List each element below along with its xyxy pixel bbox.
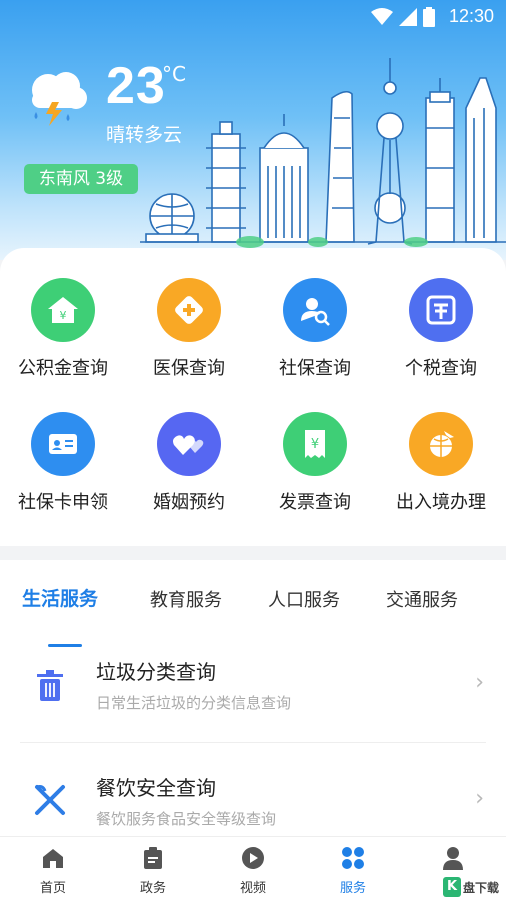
- list-item-description: 日常生活垃圾的分类信息查询: [96, 694, 292, 712]
- social-security-search-icon: [283, 278, 347, 342]
- battery-icon: [422, 6, 435, 27]
- city-skyline-illustration: [140, 58, 506, 248]
- service-housing-fund[interactable]: ¥ 公积金查询: [0, 278, 126, 398]
- watermark-text: 盘下载: [462, 880, 499, 895]
- list-item-garbage-sorting[interactable]: 垃圾分类查询 日常生活垃圾的分类信息查询 ›: [0, 630, 506, 742]
- svg-text:¥: ¥: [311, 437, 319, 452]
- service-marriage[interactable]: 婚姻预约: [126, 412, 252, 532]
- nav-label: 政务: [139, 881, 166, 896]
- tab-population-services[interactable]: 人口服务: [268, 586, 340, 612]
- thunderstorm-cloud-icon: [32, 72, 87, 126]
- nav-services[interactable]: 服务: [303, 845, 403, 896]
- status-bar: 12:30: [0, 0, 506, 36]
- service-label: 社保查询: [279, 358, 351, 379]
- list-item-title: 垃圾分类查询: [96, 660, 216, 684]
- quick-services-card: ¥ 公积金查询 医保查询 社保查询 个税查询 社保卡申领 婚姻预约 ¥ 发票查询…: [0, 248, 506, 546]
- service-invoice[interactable]: ¥ 发票查询: [252, 412, 378, 532]
- watermark-logo: K 盘下载: [442, 877, 499, 897]
- trash-bin-icon: [30, 666, 70, 706]
- service-medical-insurance[interactable]: 医保查询: [126, 278, 252, 398]
- divider: [20, 742, 486, 743]
- svg-text:¥: ¥: [60, 309, 67, 322]
- service-label: 婚姻预约: [153, 492, 225, 513]
- id-card-icon: [31, 412, 95, 476]
- grid-icon: [303, 845, 403, 871]
- hearts-icon: [157, 412, 221, 476]
- chevron-right-icon: ›: [475, 670, 484, 695]
- housing-fund-icon: ¥: [31, 278, 95, 342]
- service-label: 个税查询: [405, 358, 477, 379]
- nav-video[interactable]: 视频: [203, 845, 303, 896]
- weather-hero: 12:30 23 °C 晴转多云 东南风 3级: [0, 0, 506, 260]
- service-tabs: 生活服务 教育服务 人口服务 交通服务: [0, 580, 506, 647]
- tab-education-services[interactable]: 教育服务: [150, 586, 222, 612]
- chevron-right-icon: ›: [475, 786, 484, 811]
- tab-transport-services[interactable]: 交通服务: [386, 586, 458, 612]
- status-time: 12:30: [448, 6, 494, 26]
- service-social-card[interactable]: 社保卡申领: [0, 412, 126, 532]
- service-label: 公积金查询: [18, 358, 108, 379]
- service-tax[interactable]: 个税查询: [378, 278, 504, 398]
- nav-label: 服务: [339, 881, 366, 896]
- service-label: 发票查询: [279, 492, 351, 513]
- service-label: 医保查询: [153, 358, 225, 379]
- service-immigration[interactable]: 出入境办理: [378, 412, 504, 532]
- user-icon: [403, 845, 503, 871]
- invoice-icon: ¥: [283, 412, 347, 476]
- signal-icon: [398, 7, 417, 26]
- nav-label: 首页: [39, 881, 66, 896]
- service-label: 出入境办理: [396, 492, 486, 513]
- bottom-navigation: 首页 政务 视频 服务 K 盘下载: [0, 836, 506, 900]
- wind-badge: 东南风 3级: [24, 164, 138, 194]
- tax-icon: [409, 278, 473, 342]
- play-icon: [203, 845, 303, 871]
- list-item-title: 餐饮安全查询: [96, 776, 216, 800]
- service-social-security[interactable]: 社保查询: [252, 278, 378, 398]
- medical-insurance-icon: [157, 278, 221, 342]
- nav-government[interactable]: 政务: [103, 845, 203, 896]
- life-services-card: 生活服务 教育服务 人口服务 交通服务 垃圾分类查询 日常生活垃圾的分类信息查询…: [0, 560, 506, 840]
- service-label: 社保卡申领: [18, 492, 108, 513]
- home-icon: [3, 845, 103, 871]
- list-item-description: 餐饮服务食品安全等级查询: [96, 810, 277, 828]
- wifi-icon: [370, 7, 393, 25]
- fork-knife-icon: [30, 780, 70, 820]
- nav-profile[interactable]: K 盘下载: [403, 845, 503, 897]
- tab-life-services[interactable]: 生活服务: [22, 584, 98, 611]
- nav-home[interactable]: 首页: [3, 845, 103, 896]
- airplane-globe-icon: [409, 412, 473, 476]
- nav-label: 视频: [239, 881, 266, 896]
- clipboard-icon: [103, 845, 203, 871]
